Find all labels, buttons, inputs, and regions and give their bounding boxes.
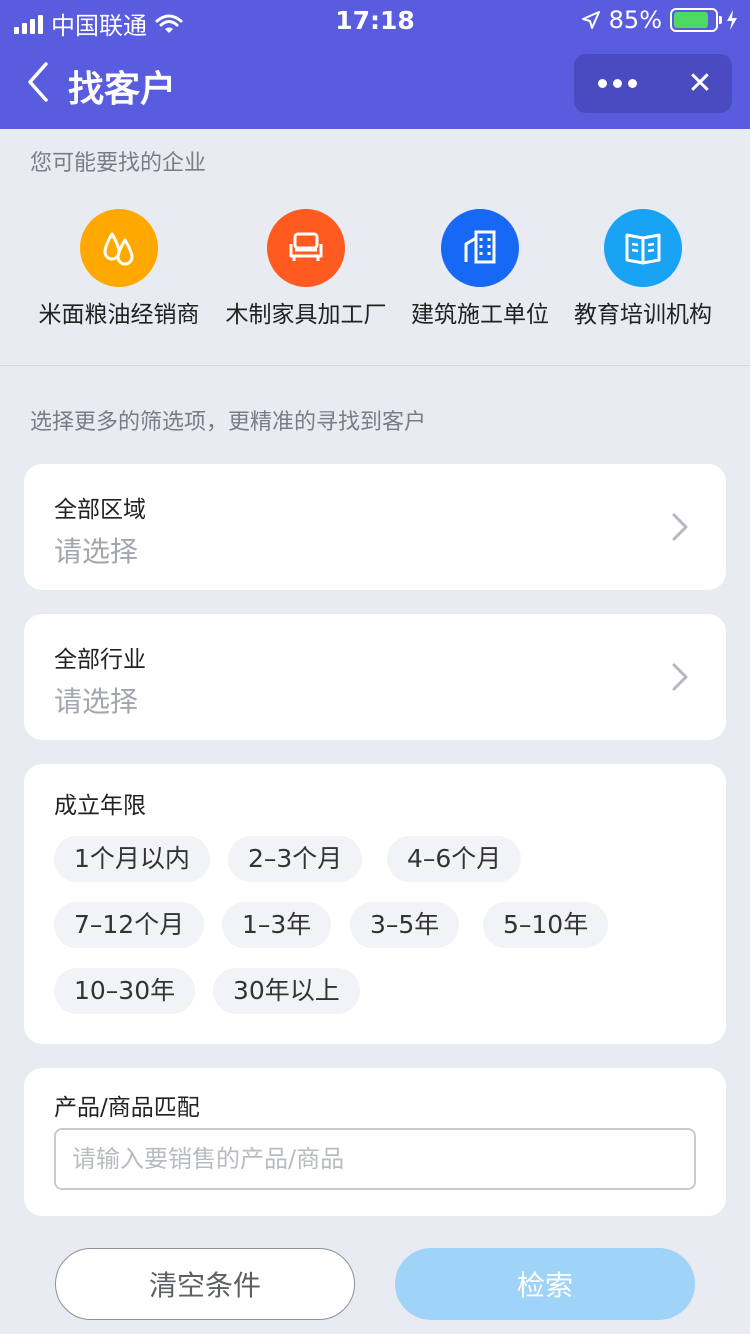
age-title: 成立年限 xyxy=(54,793,146,819)
mini-program-capsule: ✕ xyxy=(574,54,732,113)
back-button[interactable] xyxy=(26,62,66,106)
age-option[interactable]: 1–3年 xyxy=(222,902,332,948)
chevron-left-icon xyxy=(28,62,48,102)
clear-conditions-button[interactable]: 清空条件 xyxy=(55,1248,355,1320)
age-option[interactable]: 4–6个月 xyxy=(387,836,522,882)
charging-icon xyxy=(727,10,737,30)
industry-value: 请选择 xyxy=(54,685,139,718)
more-icon[interactable] xyxy=(574,54,660,113)
battery-percent: 85% xyxy=(608,6,662,34)
close-icon[interactable]: ✕ xyxy=(670,54,730,113)
building-icon xyxy=(441,209,519,287)
suggest-label: 木制家具加工厂 xyxy=(225,302,387,328)
age-option[interactable]: 1个月以内 xyxy=(54,836,210,882)
suggest-label: 米面粮油经销商 xyxy=(38,302,200,328)
suggested-enterprises: 您可能要找的企业 米面粮油经销商 木制家具加工厂 建筑施工单位 教育培训机构 xyxy=(0,129,750,366)
status-bar: 中国联通 17:18 85% xyxy=(0,0,750,40)
age-option[interactable]: 30年以上 xyxy=(213,968,360,1014)
age-option[interactable]: 3–5年 xyxy=(350,902,460,948)
suggest-item-construction[interactable]: 建筑施工单位 xyxy=(385,209,575,329)
age-option[interactable]: 5–10年 xyxy=(483,902,609,948)
product-input-box xyxy=(54,1128,696,1190)
battery-icon xyxy=(670,8,722,32)
chevron-right-icon xyxy=(672,663,688,691)
nav-bar: 找客户 ✕ xyxy=(0,40,750,129)
book-icon xyxy=(604,209,682,287)
suggest-item-education[interactable]: 教育培训机构 xyxy=(548,209,738,329)
chevron-right-icon xyxy=(672,513,688,541)
oil-drops-icon xyxy=(80,209,158,287)
region-title: 全部区域 xyxy=(54,497,146,523)
region-value: 请选择 xyxy=(54,535,139,568)
product-match-filter: 产品/商品匹配 xyxy=(24,1068,726,1216)
suggest-hint: 您可能要找的企业 xyxy=(30,151,207,176)
suggest-item-grain-oil[interactable]: 米面粮油经销商 xyxy=(24,209,214,329)
search-button[interactable]: 检索 xyxy=(395,1248,695,1320)
establishment-age-filter: 成立年限 1个月以内 2–3个月 4–6个月 7–12个月 1–3年 3–5年 … xyxy=(24,764,726,1044)
suggest-item-furniture[interactable]: 木制家具加工厂 xyxy=(211,209,401,329)
age-option[interactable]: 7–12个月 xyxy=(54,902,205,948)
page-title: 找客户 xyxy=(68,69,177,110)
product-input[interactable] xyxy=(56,1130,694,1188)
product-title: 产品/商品匹配 xyxy=(54,1095,200,1121)
suggest-label: 教育培训机构 xyxy=(574,302,712,328)
age-option[interactable]: 10–30年 xyxy=(54,968,196,1014)
filter-hint: 选择更多的筛选项，更精准的寻找到客户 xyxy=(30,410,427,435)
suggest-label: 建筑施工单位 xyxy=(411,302,549,328)
age-option[interactable]: 2–3个月 xyxy=(228,836,363,882)
location-icon xyxy=(581,11,600,29)
region-filter[interactable]: 全部区域 请选择 xyxy=(24,464,726,590)
sofa-icon xyxy=(267,209,345,287)
industry-filter[interactable]: 全部行业 请选择 xyxy=(24,614,726,740)
industry-title: 全部行业 xyxy=(54,647,146,673)
app-header: 中国联通 17:18 85% 找客户 ✕ xyxy=(0,0,750,129)
